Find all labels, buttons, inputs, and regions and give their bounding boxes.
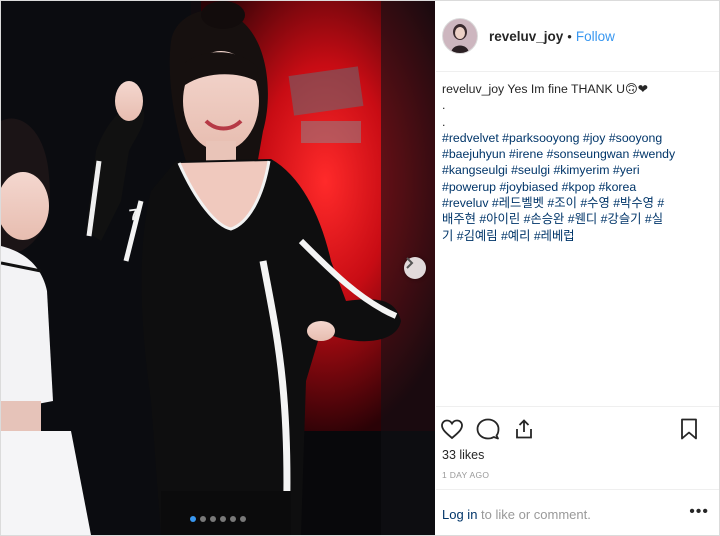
hashtag-line: #redvelvet #parksooyong #joy #sooyong [442, 130, 712, 146]
caption-first-line: reveluv_joy Yes Im fine THANK U🙃❤ [442, 81, 712, 97]
hashtag-line: #powerup #joybiased #kpop #korea [442, 179, 712, 195]
post-actions: 33 likes 1 DAY AGO Log in to like or com… [436, 406, 719, 535]
carousel-dot [210, 516, 216, 522]
hashtag-link[interactable]: #수영 [580, 196, 609, 210]
carousel-dot [200, 516, 206, 522]
hashtag-link[interactable]: #sonseungwan [547, 147, 630, 161]
hashtag-link[interactable]: #kimyerim [553, 163, 609, 177]
hashtag-link[interactable]: #seulgi [511, 163, 550, 177]
hashtag-line: 배주현 #아이린 #손승완 #웬디 #강슬기 #실 [442, 211, 712, 227]
carousel-dot [190, 516, 196, 522]
separator-dot: • [567, 28, 572, 44]
hashtag-link[interactable]: #아이린 [479, 212, 520, 226]
hashtag-link[interactable]: #실 [645, 212, 663, 226]
hashtag-link[interactable]: #parksooyong [502, 131, 579, 145]
post-timestamp[interactable]: 1 DAY AGO [442, 470, 489, 480]
hashtag-link[interactable]: #yeri [613, 163, 640, 177]
more-options-button[interactable]: ••• [689, 503, 709, 521]
hashtag-link[interactable]: # [657, 196, 664, 210]
chevron-right-icon [406, 257, 414, 269]
follow-button[interactable]: Follow [576, 29, 615, 44]
hashtag-line: #reveluv #레드벨벳 #조이 #수영 #박수영 # [442, 195, 712, 211]
avatar-image [443, 19, 477, 53]
hashtag-link[interactable]: #baejuhyun [442, 147, 506, 161]
hashtag-link[interactable]: 기 [442, 229, 453, 243]
post-header: reveluv_joy • Follow [436, 1, 719, 72]
avatar[interactable] [442, 18, 478, 54]
bookmark-icon[interactable] [677, 417, 701, 441]
hashtag-link[interactable]: #레베럽 [534, 229, 575, 243]
heart-icon[interactable] [440, 417, 464, 441]
hashtag-link[interactable]: #irene [509, 147, 543, 161]
carousel-dot [220, 516, 226, 522]
hashtag-link[interactable]: #박수영 [613, 196, 654, 210]
caption-text: Yes Im fine THANK U [507, 82, 625, 96]
hashtag-link[interactable]: #레드벨벳 [492, 196, 544, 210]
login-prompt: Log in to like or comment. [442, 507, 591, 522]
hashtag-line: #kangseulgi #seulgi #kimyerim #yeri [442, 162, 712, 178]
login-link[interactable]: Log in [442, 507, 477, 522]
hashtag-block: #redvelvet #parksooyong #joy #sooyong #ba… [442, 130, 712, 244]
caption-dot-line: . [442, 98, 446, 113]
hashtag-link[interactable]: #redvelvet [442, 131, 499, 145]
action-icons [440, 417, 536, 441]
hashtag-line: #baejuhyun #irene #sonseungwan #wendy [442, 146, 712, 162]
share-icon[interactable] [512, 417, 536, 441]
hashtag-link[interactable]: #joybiased [499, 180, 558, 194]
photo-image: 7 [1, 1, 435, 535]
instagram-post: 7 reveluv_joy • Follow reveluv_joy Yes I… [0, 0, 720, 536]
hashtag-line: 기 #김예림 #예리 #레베럽 [442, 228, 712, 244]
post-caption: reveluv_joy Yes Im fine THANK U🙃❤ . . #r… [442, 81, 712, 244]
carousel-dot [230, 516, 236, 522]
login-prompt-text: to like or comment. [477, 507, 591, 522]
carousel-dot [240, 516, 246, 522]
caption-username[interactable]: reveluv_joy [442, 82, 504, 96]
hashtag-link[interactable]: #손승완 [524, 212, 565, 226]
hashtag-link[interactable]: 배주현 [442, 212, 476, 226]
hashtag-link[interactable]: #조이 [547, 196, 576, 210]
hashtag-link[interactable]: #김예림 [457, 229, 498, 243]
hashtag-link[interactable]: #kpop [562, 180, 596, 194]
hashtag-link[interactable]: #강슬기 [601, 212, 642, 226]
username-link[interactable]: reveluv_joy [489, 29, 563, 44]
post-photo[interactable]: 7 [1, 1, 435, 535]
hashtag-link[interactable]: #korea [599, 180, 637, 194]
hashtag-link[interactable]: #웬디 [568, 212, 597, 226]
hashtag-link[interactable]: #예리 [501, 229, 530, 243]
comment-bar: Log in to like or comment. ••• [436, 489, 719, 535]
hashtag-link[interactable]: #wendy [633, 147, 675, 161]
likes-count[interactable]: 33 likes [442, 448, 484, 462]
post-side-panel: reveluv_joy • Follow reveluv_joy Yes Im … [436, 1, 719, 535]
hashtag-link[interactable]: #kangseulgi [442, 163, 508, 177]
comment-icon[interactable] [476, 417, 500, 441]
hashtag-link[interactable]: #reveluv [442, 196, 488, 210]
caption-emoji: 🙃❤ [624, 82, 649, 96]
hashtag-link[interactable]: #sooyong [609, 131, 662, 145]
hashtag-link[interactable]: #powerup [442, 180, 496, 194]
next-photo-button[interactable] [404, 257, 426, 279]
carousel-indicator [1, 516, 435, 522]
caption-dot-line: . [442, 114, 446, 129]
hashtag-link[interactable]: #joy [583, 131, 606, 145]
